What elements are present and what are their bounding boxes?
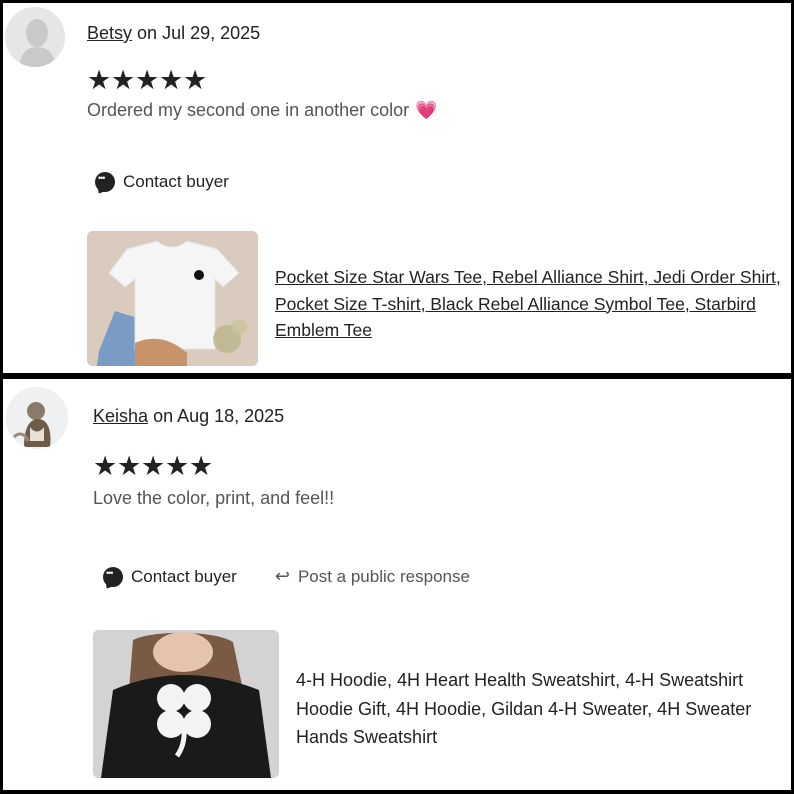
reviewer-name-link[interactable]: Betsy (87, 23, 132, 43)
review-text-row: Ordered my second one in another color 💗 (87, 100, 438, 121)
contact-buyer-button[interactable]: Contact buyer (95, 172, 229, 192)
product-title-line: Pocket Size T-shirt, Black Rebel Allianc… (275, 293, 756, 314)
star-icon: ★ (135, 65, 160, 95)
product-thumbnail[interactable] (93, 630, 279, 778)
star-icon: ★ (141, 451, 166, 481)
product-title-line: Pocket Size Star Wars Tee, Rebel Allianc… (275, 267, 781, 287)
reviewer-name-link[interactable]: Keisha (93, 406, 148, 426)
review-text: Ordered my second one in another color (87, 100, 410, 120)
tshirt-product-image (87, 231, 258, 366)
star-icon: ★ (165, 451, 190, 481)
review-text: Love the color, print, and feel!! (93, 488, 335, 508)
review-actions: Contact buyer (95, 172, 229, 192)
product-title-line: Hands Sweatshirt (296, 727, 438, 747)
star-icon: ★ (87, 65, 112, 95)
product-title-line: Emblem Tee (275, 320, 372, 340)
reviewer-avatar[interactable] (6, 387, 68, 449)
chat-bubble-icon (103, 566, 123, 587)
star-icon: ★ (189, 451, 214, 481)
chat-bubble-icon (95, 172, 115, 192)
star-rating: ★ ★ ★ ★ ★ (93, 451, 213, 482)
contact-buyer-button[interactable]: Contact buyer (103, 566, 237, 587)
star-rating: ★ ★ ★ ★ ★ (87, 65, 207, 96)
heart-emoji: 💗 (415, 100, 438, 120)
review-text-row: Love the color, print, and feel!! (93, 488, 334, 509)
contact-buyer-label: Contact buyer (131, 566, 237, 586)
reply-arrow-icon: ↩ (274, 566, 290, 586)
star-icon: ★ (93, 451, 118, 481)
post-public-response-label: Post a public response (297, 566, 470, 586)
default-avatar-icon (5, 7, 65, 67)
product-thumbnail[interactable] (87, 231, 258, 366)
contact-buyer-label: Contact buyer (123, 172, 229, 191)
star-icon: ★ (117, 451, 142, 481)
review-date: on Aug 18, 2025 (153, 406, 285, 426)
review-meta: Betsy on Jul 29, 2025 (87, 23, 260, 44)
cat-avatar-icon (6, 387, 68, 449)
review-actions: Contact buyer ↩ Post a public response (103, 566, 470, 587)
hoodie-product-image (93, 630, 279, 778)
reviewer-avatar[interactable] (5, 7, 65, 67)
review-date: on Jul 29, 2025 (137, 23, 261, 43)
product-title-line: Hoodie Gift, 4H Hoodie, Gildan 4-H Sweat… (296, 698, 752, 719)
review-card-betsy: Betsy on Jul 29, 2025 ★ ★ ★ ★ ★ Ordered … (3, 3, 791, 373)
star-icon: ★ (183, 65, 208, 95)
post-public-response-button[interactable]: ↩ Post a public response (275, 566, 470, 587)
review-meta: Keisha on Aug 18, 2025 (93, 406, 284, 427)
product-title-link[interactable]: Pocket Size Star Wars Tee, Rebel Allianc… (275, 264, 781, 344)
review-card-keisha: Keisha on Aug 18, 2025 ★ ★ ★ ★ ★ Love th… (3, 379, 791, 790)
product-title-link[interactable]: 4-H Hoodie, 4H Heart Health Sweatshirt, … (296, 666, 751, 752)
star-icon: ★ (159, 65, 184, 95)
product-title-line: 4-H Hoodie, 4H Heart Health Sweatshirt, … (296, 670, 744, 690)
star-icon: ★ (111, 65, 136, 95)
